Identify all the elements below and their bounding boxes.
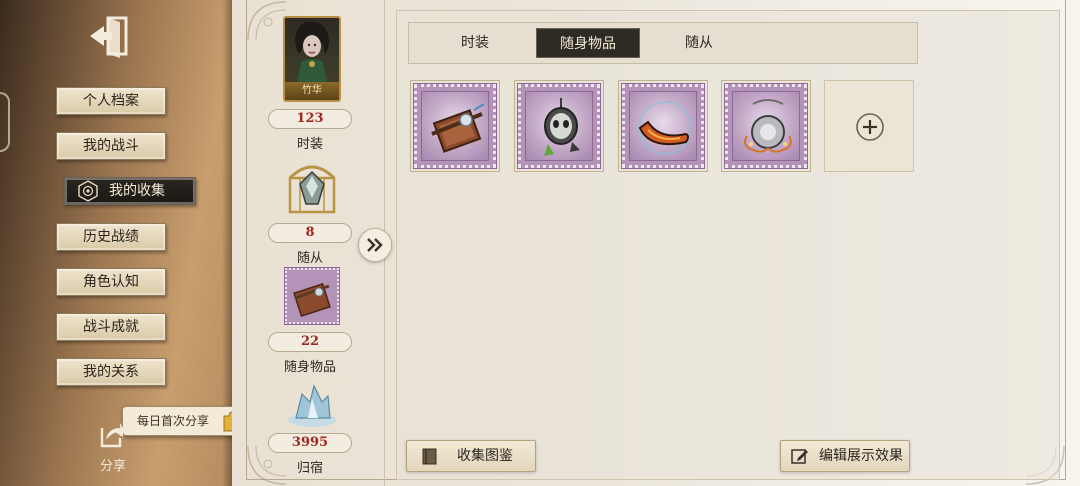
edit-display-label: 编辑展示效果 (819, 448, 903, 464)
accessory-item-card[interactable] (721, 80, 811, 172)
collection-emblem-icon (78, 180, 98, 202)
item-stamp-inner (421, 91, 489, 161)
accessory-stamp-thumbnail[interactable] (284, 267, 340, 325)
tab-accessories[interactable]: 随身物品 (536, 28, 640, 58)
sidebar-item-character-cognition[interactable]: 角色认知 (56, 268, 166, 296)
accessory-item-card[interactable] (618, 80, 708, 172)
plus-circle-icon (856, 113, 884, 141)
costume-label: 时装 (296, 137, 323, 152)
sidebar-item-history[interactable]: 历史战绩 (56, 223, 166, 251)
sidebar-item-achievements[interactable]: 战斗成就 (56, 313, 166, 341)
companion-cage-icon[interactable] (282, 156, 342, 218)
companion-label: 随从 (296, 251, 323, 266)
sidebar-item-my-collection[interactable]: 我的收集 (64, 177, 196, 205)
companion-count: 8 (268, 223, 352, 243)
item-stamp (413, 83, 497, 169)
sidebar-item-profile[interactable]: 个人档案 (56, 87, 166, 115)
boomerang-icon (638, 101, 692, 155)
book-crossbow-icon (431, 103, 485, 153)
sidebar-item-relationships[interactable]: 我的关系 (56, 358, 166, 386)
double-chevron-right-icon (367, 238, 383, 252)
character-portrait[interactable]: 竹华 (283, 16, 341, 102)
item-stamp-inner (732, 91, 800, 161)
item-stamp-inner (525, 91, 593, 161)
skull-lantern-icon (544, 98, 580, 156)
book-crossbow-icon (293, 283, 331, 317)
edit-display-button[interactable]: 编辑展示效果 (780, 440, 910, 472)
tab-companions[interactable]: 随从 (664, 28, 734, 58)
home-label: 归宿 (296, 461, 323, 476)
sidebar-edge-tab[interactable] (0, 92, 10, 152)
accessory-item-card[interactable] (514, 80, 604, 172)
collection-catalog-label: 收集图鉴 (457, 448, 513, 464)
exit-door-icon[interactable] (86, 14, 132, 58)
collection-catalog-button[interactable]: 收集图鉴 (406, 440, 536, 472)
accessory-item-card[interactable] (410, 80, 500, 172)
portrait-name: 竹华 (285, 82, 339, 100)
share-tip-text: 每日首次分享 (137, 414, 210, 428)
sidebar-item-label: 我的收集 (109, 183, 165, 199)
costume-count: 123 (268, 109, 352, 129)
accessory-label: 随身物品 (283, 360, 336, 375)
character-portrait-icon (295, 21, 329, 82)
add-item-slot[interactable] (824, 80, 914, 172)
item-stamp (517, 83, 601, 169)
collapse-panel-button[interactable] (358, 228, 392, 262)
item-stamp (621, 83, 705, 169)
book-icon (422, 448, 437, 465)
tab-costumes[interactable]: 时装 (440, 28, 510, 58)
home-count: 3995 (268, 433, 352, 453)
edit-pencil-icon (791, 449, 808, 464)
share-label: 分享 (100, 459, 127, 474)
silver-ornament-icon (744, 99, 792, 153)
item-stamp-inner (629, 91, 697, 161)
sidebar-item-my-battles[interactable]: 我的战斗 (56, 132, 166, 160)
item-stamp (724, 83, 808, 169)
home-crystal-icon[interactable] (282, 380, 342, 430)
accessory-count: 22 (268, 332, 352, 352)
